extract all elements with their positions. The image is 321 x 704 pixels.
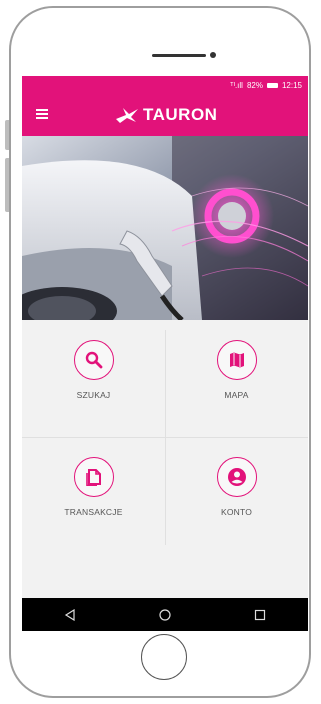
hero-image [22,136,308,320]
status-bar: ᵀᴵ.ıll 82% 12:15 [22,76,308,94]
recents-icon[interactable] [254,609,266,621]
map-icon [216,340,257,380]
tile-label-szukaj: SZUKAJ [76,390,111,400]
battery-icon [266,82,278,88]
earpiece-speaker [152,54,206,57]
tile-mapa[interactable]: MAPA [165,320,308,437]
volume-up-button [5,120,9,150]
clock: 12:15 [281,80,302,90]
tauron-logo: TAURON [114,103,217,127]
tile-label-konto: KONTO [220,507,253,517]
physical-home-button[interactable] [141,634,187,680]
front-camera [210,52,216,58]
app-screen: ᵀᴵ.ıll 82% 12:15 TAURON SZUKAJ MAPA TRAN… [22,76,308,631]
app-bar: TAURON [22,94,308,136]
tile-label-mapa: MAPA [224,390,249,400]
android-nav-bar [22,598,308,631]
account-icon [216,457,257,497]
tauron-star-icon [116,108,138,123]
document-icon [73,457,114,497]
search-icon [73,340,114,380]
brand-name: TAURON [143,105,218,124]
battery-percent: 82% [246,80,263,90]
tile-label-transakcje: TRANSAKCJE [64,507,123,517]
hamburger-menu-icon[interactable] [36,109,48,119]
tile-konto[interactable]: KONTO [165,437,308,554]
tile-transakcje[interactable]: TRANSAKCJE [22,437,165,554]
home-icon[interactable] [159,608,171,621]
back-icon[interactable] [64,608,76,621]
volume-down-button [5,158,9,212]
signal-indicator: ᵀᴵ.ıll [230,80,243,90]
main-menu-grid: SZUKAJ MAPA TRANSAKCJE KONTO [22,320,308,554]
tile-szukaj[interactable]: SZUKAJ [22,320,165,437]
